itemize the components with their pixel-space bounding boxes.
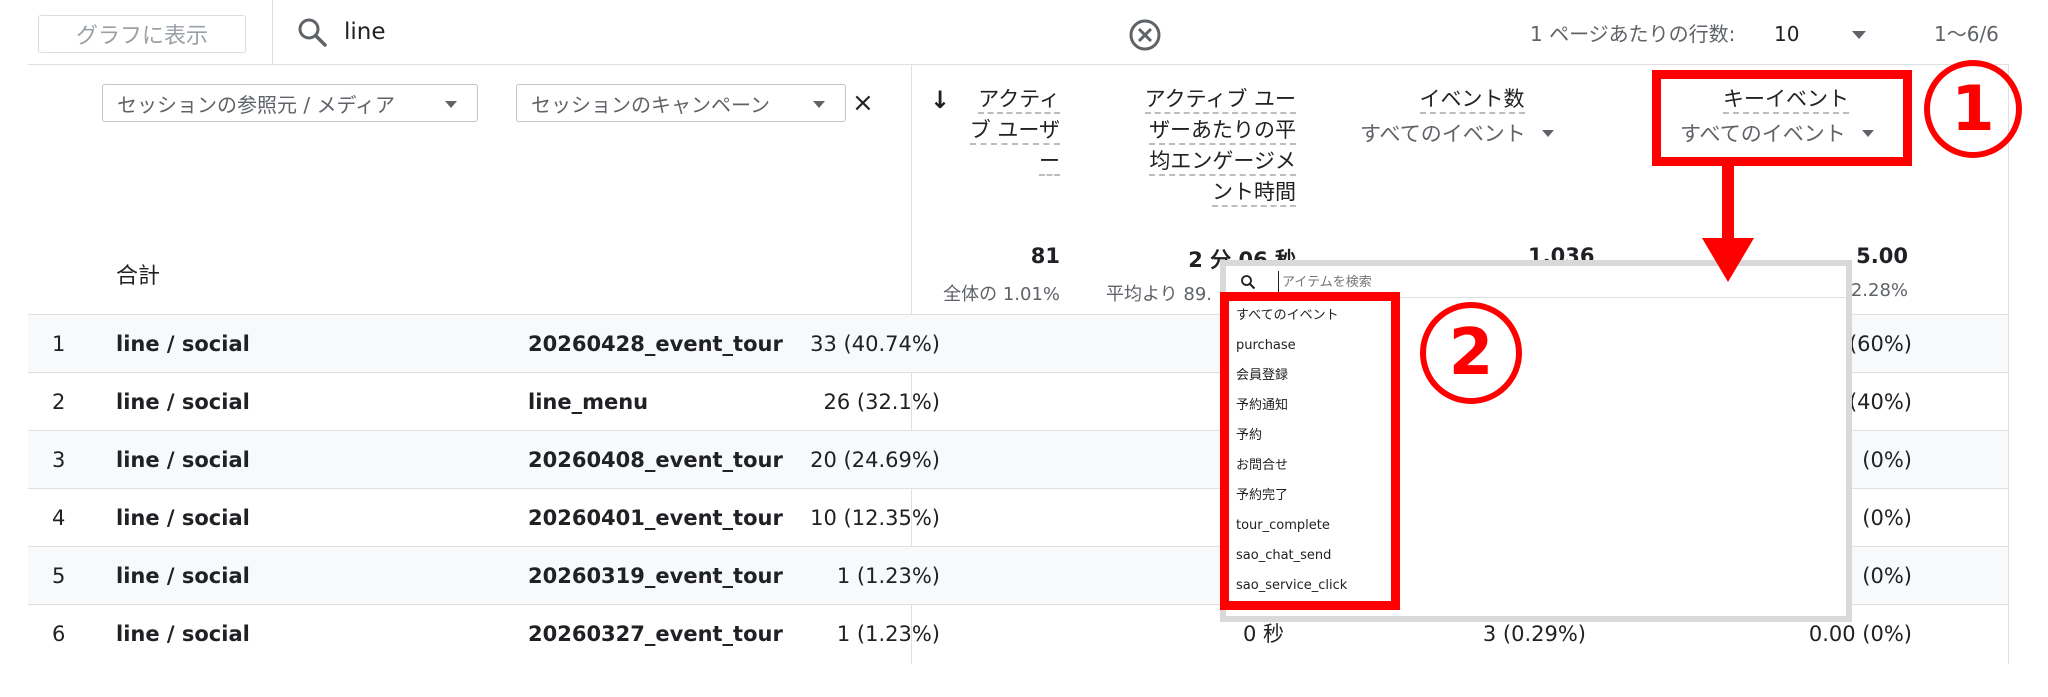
row-active-users: 1 (1.23%) — [836, 564, 940, 588]
row-campaign: 20260319_event_tour — [528, 564, 783, 588]
row-campaign: 20260408_event_tour — [528, 448, 783, 472]
show-in-graph-button[interactable]: グラフに表示 — [38, 15, 246, 53]
row-campaign: line_menu — [528, 390, 649, 414]
rows-per-page-select[interactable]: 10 — [1774, 20, 1799, 48]
rows-per-page-label: 1 ページあたりの行数: — [1530, 22, 1736, 46]
secondary-dimension-select[interactable]: セッションのキャンペーン — [516, 84, 846, 122]
header-line: ント時間 — [1212, 180, 1296, 207]
row-campaign: 20260401_event_tour — [528, 506, 783, 530]
event-count-filter-label: すべてのイベント — [1360, 122, 1526, 146]
row-key-events: (40%) — [1848, 390, 1912, 414]
primary-dimension-select[interactable]: セッションの参照元 / メディア — [102, 84, 478, 122]
annotation-marker-1: 1 — [1924, 60, 2022, 158]
header-line: イベント数 — [1419, 87, 1525, 114]
sort-descending-icon[interactable]: ↓ — [930, 86, 950, 114]
caret-down-icon — [445, 101, 457, 108]
row-active-users: 20 (24.69%) — [810, 448, 940, 472]
row-source-medium: line / social — [116, 506, 250, 530]
header-line: ブ ユーザ — [969, 118, 1060, 145]
secondary-dimension-label: セッションのキャンペーン — [531, 92, 770, 117]
row-source-medium: line / social — [116, 622, 250, 646]
row-key-events: (0%) — [1862, 448, 1912, 472]
event-count-filter-select[interactable]: すべてのイベント — [1360, 118, 1554, 148]
primary-dimension-label: セッションの参照元 / メディア — [117, 92, 396, 117]
total-avg-engagement-compare: 平均より 89. — [1106, 284, 1212, 305]
header-line: アクティ — [978, 87, 1060, 114]
remove-dimension-button[interactable]: × — [852, 86, 874, 120]
total-key-events-share: 2.28% — [1850, 280, 1908, 301]
total-key-events: 5.00 — [1856, 244, 1908, 268]
annotation-box-event-list — [1220, 292, 1400, 610]
header-event-count[interactable]: イベント数 — [1412, 84, 1532, 115]
row-source-medium: line / social — [116, 332, 250, 356]
annotation-arrow-head — [1702, 238, 1754, 282]
caret-down-icon — [813, 101, 825, 108]
annotation-arrow-shaft — [1722, 166, 1734, 242]
toolbar-separator — [28, 64, 2008, 65]
header-active-users[interactable]: アクティ ブ ユーザ ー — [969, 84, 1060, 177]
row-active-users: 1 (1.23%) — [836, 622, 940, 646]
annotation-box-key-events — [1652, 70, 1912, 166]
header-line: アクティブ ユー — [1144, 87, 1296, 114]
row-index: 5 — [52, 564, 66, 588]
search-icon — [1241, 275, 1256, 290]
search-icon — [298, 18, 327, 47]
row-active-users: 33 (40.74%) — [810, 332, 940, 356]
toolbar-divider — [272, 0, 273, 64]
table-right-edge — [2008, 64, 2009, 664]
row-key-events: (60%) — [1848, 332, 1912, 356]
header-line: ー — [1039, 149, 1060, 176]
row-campaign: 20260428_event_tour — [528, 332, 783, 356]
row-source-medium: line / social — [116, 390, 250, 414]
row-active-users: 10 (12.35%) — [810, 506, 940, 530]
row-active-users: 26 (32.1%) — [823, 390, 941, 414]
row-index: 4 — [52, 506, 66, 530]
row-campaign: 20260327_event_tour — [528, 622, 783, 646]
page-range: 1〜6/6 — [1934, 22, 1999, 46]
annotation-marker-2: 2 — [1420, 302, 1522, 404]
chevron-down-icon[interactable] — [1852, 31, 1866, 39]
header-line: ザーあたりの平 — [1149, 118, 1296, 145]
header-line: 均エンゲージメ — [1149, 149, 1296, 176]
row-index: 1 — [52, 332, 66, 356]
totals-label: 合計 — [116, 264, 161, 289]
row-key-events: (0%) — [1862, 506, 1912, 530]
clear-search-icon[interactable] — [1128, 18, 1162, 52]
row-index: 2 — [52, 390, 66, 414]
total-active-users: 81 — [1030, 244, 1060, 268]
row-index: 3 — [52, 448, 66, 472]
header-avg-engagement[interactable]: アクティブ ユー ザーあたりの平 均エンゲージメ ント時間 — [1144, 84, 1296, 208]
row-key-events: (0%) — [1862, 564, 1912, 588]
search-input[interactable]: line — [344, 16, 386, 48]
row-source-medium: line / social — [116, 564, 250, 588]
row-index: 6 — [52, 622, 66, 646]
caret-down-icon — [1541, 129, 1554, 137]
total-active-users-share: 全体の 1.01% — [943, 284, 1060, 305]
row-source-medium: line / social — [116, 448, 250, 472]
